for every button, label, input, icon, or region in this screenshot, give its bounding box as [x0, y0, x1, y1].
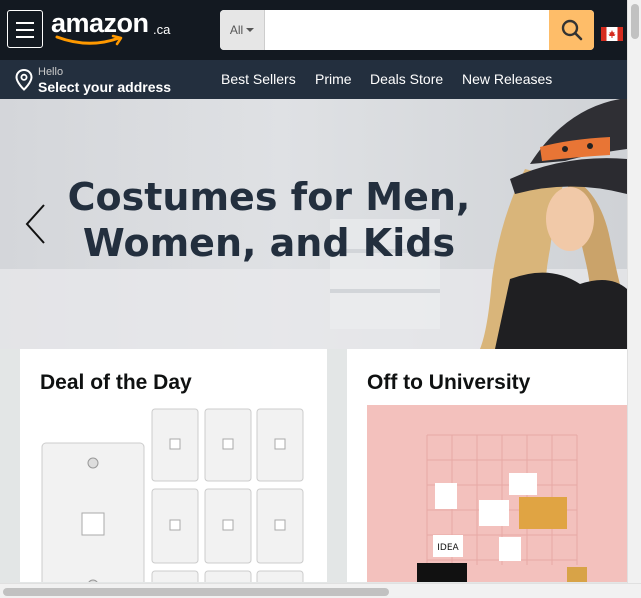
- search-input[interactable]: [266, 10, 549, 50]
- caret-down-icon: [246, 28, 255, 32]
- nav-link-best-sellers[interactable]: Best Sellers: [221, 71, 296, 87]
- vertical-scrollbar[interactable]: [627, 0, 641, 583]
- top-header: amazon .ca All: [0, 0, 627, 60]
- hero-title: Costumes for Men, Women, and Kids: [64, 174, 474, 266]
- search-icon: [561, 19, 582, 41]
- deal-of-the-day-card[interactable]: Deal of the Day: [20, 349, 327, 582]
- hero-banner[interactable]: Costumes for Men, Women, and Kids: [0, 99, 627, 349]
- address-label: Select your address: [38, 79, 172, 95]
- dorm-wall-grid-image: IDEA: [367, 405, 627, 582]
- search-category-dropdown[interactable]: All: [220, 10, 265, 50]
- amazon-logo[interactable]: amazon .ca: [51, 8, 171, 48]
- card-title: Off to University: [367, 371, 531, 394]
- horizontal-scrollbar[interactable]: [0, 583, 641, 598]
- hero-title-line-1: Costumes for Men,: [67, 175, 471, 219]
- wall-grid-illustration: IDEA: [367, 405, 627, 582]
- logo-suffix: .ca: [153, 22, 171, 37]
- vertical-scrollbar-thumb[interactable]: [631, 4, 639, 39]
- off-to-university-card[interactable]: Off to University IDEA: [347, 349, 627, 582]
- search-category-label: All: [229, 23, 244, 37]
- nav-bar: Hello Select your address Best Sellers P…: [0, 60, 627, 99]
- location-pin-icon: [15, 69, 33, 91]
- nav-link-prime[interactable]: Prime: [315, 71, 352, 87]
- card-title: Deal of the Day: [40, 371, 192, 394]
- nav-link-new-releases[interactable]: New Releases: [462, 71, 552, 87]
- search-bar: All: [220, 10, 594, 50]
- wall-plate-product-image: [41, 408, 304, 582]
- nav-link-deals-store[interactable]: Deals Store: [370, 71, 443, 87]
- hero-title-line-2: Women, and Kids: [82, 221, 456, 265]
- address-hello: Hello: [38, 66, 64, 78]
- chevron-left-icon[interactable]: [22, 202, 48, 246]
- canada-flag-icon[interactable]: [601, 27, 623, 41]
- logo-smile-icon: [55, 34, 123, 46]
- horizontal-scrollbar-thumb[interactable]: [3, 588, 389, 596]
- witch-model-image: [480, 99, 627, 349]
- hamburger-menu-icon[interactable]: [7, 10, 43, 48]
- search-button[interactable]: [549, 10, 594, 50]
- idea-note-text: IDEA: [437, 543, 459, 553]
